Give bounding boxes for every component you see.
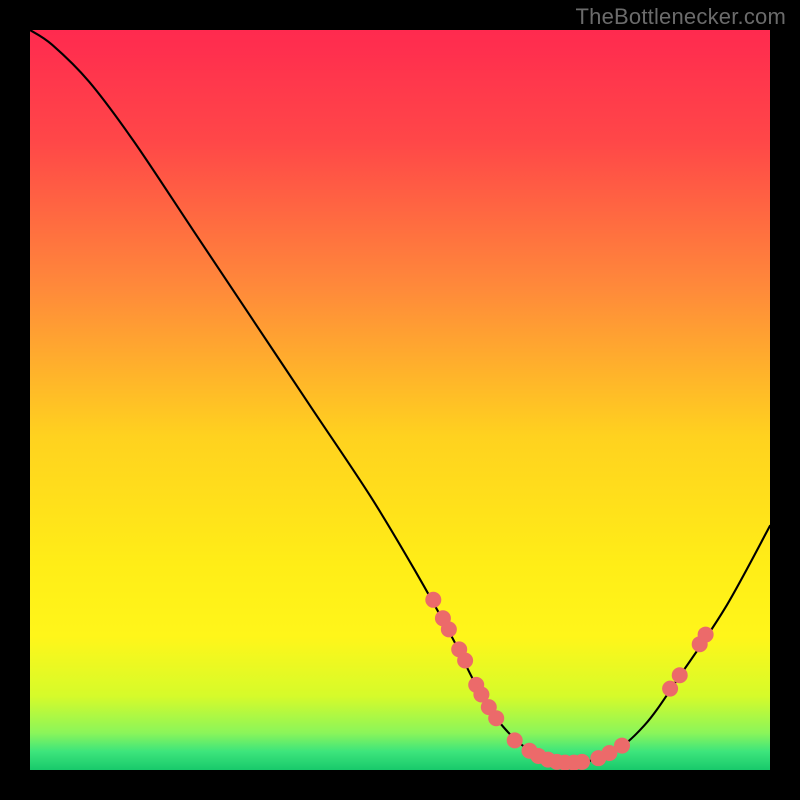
data-marker xyxy=(698,627,714,643)
data-marker xyxy=(441,621,457,637)
data-marker xyxy=(672,667,688,683)
bottleneck-chart xyxy=(30,30,770,770)
data-marker xyxy=(614,738,630,754)
data-marker xyxy=(425,592,441,608)
watermark-label: TheBottlenecker.com xyxy=(576,4,786,30)
data-marker xyxy=(507,732,523,748)
data-marker xyxy=(488,710,504,726)
plot-area xyxy=(30,30,770,770)
gradient-background xyxy=(30,30,770,770)
data-marker xyxy=(457,652,473,668)
data-marker xyxy=(662,681,678,697)
chart-frame: TheBottlenecker.com xyxy=(0,0,800,800)
data-marker xyxy=(574,754,590,770)
